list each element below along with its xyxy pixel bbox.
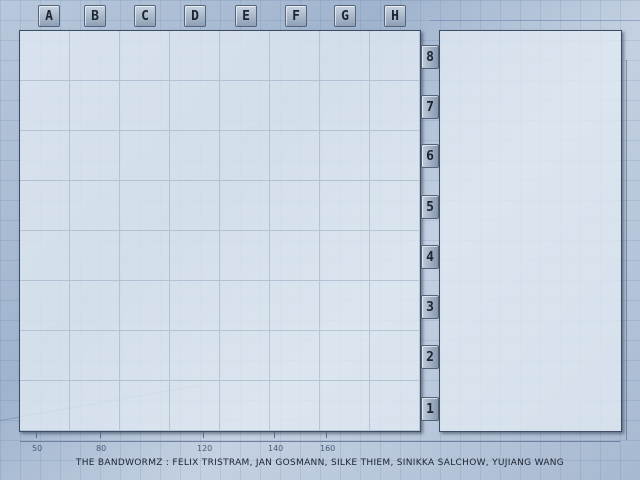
board-cell-g1[interactable] <box>320 381 370 431</box>
board-cell-e6[interactable] <box>220 131 270 181</box>
game-board[interactable] <box>19 30 421 432</box>
board-cell-f3[interactable] <box>270 281 320 331</box>
board-cell-c2[interactable] <box>120 331 170 381</box>
board-cell-g7[interactable] <box>320 81 370 131</box>
bottom-ruler: 50 80 120 140 160 <box>20 432 620 454</box>
column-label-a: A <box>38 5 60 27</box>
column-label-g: G <box>334 5 356 27</box>
board-cell-c1[interactable] <box>120 381 170 431</box>
board-cell-h1[interactable] <box>370 381 420 431</box>
column-label-f: F <box>285 5 307 27</box>
board-cell-e8[interactable] <box>220 31 270 81</box>
board-cell-c7[interactable] <box>120 81 170 131</box>
board-cell-a6[interactable] <box>20 131 70 181</box>
board-cell-c8[interactable] <box>120 31 170 81</box>
board-cell-b3[interactable] <box>70 281 120 331</box>
board-cell-e5[interactable] <box>220 181 270 231</box>
board-cell-d3[interactable] <box>170 281 220 331</box>
column-label-h: H <box>384 5 406 27</box>
ruler-tick <box>36 432 37 438</box>
board-cell-f6[interactable] <box>270 131 320 181</box>
board-cell-f4[interactable] <box>270 231 320 281</box>
credits-text: THE BANDWORMZ : FELIX TRISTRAM, JAN GOSM… <box>75 458 565 468</box>
column-label-c: C <box>134 5 156 27</box>
board-cell-a5[interactable] <box>20 181 70 231</box>
board-cell-h2[interactable] <box>370 331 420 381</box>
ruler-tick <box>203 432 204 438</box>
row-label-4: 4 <box>421 245 439 269</box>
board-cell-a4[interactable] <box>20 231 70 281</box>
board-cell-b2[interactable] <box>70 331 120 381</box>
row-label-6: 6 <box>421 144 439 168</box>
row-label-5: 5 <box>421 195 439 219</box>
column-label-e: E <box>235 5 257 27</box>
board-cell-f7[interactable] <box>270 81 320 131</box>
board-cell-c3[interactable] <box>120 281 170 331</box>
board-cell-e2[interactable] <box>220 331 270 381</box>
board-cell-d1[interactable] <box>170 381 220 431</box>
ruler-number: 160 <box>320 444 336 453</box>
side-info-panel <box>439 30 622 432</box>
ruler-number: 50 <box>32 444 43 453</box>
board-cell-g8[interactable] <box>320 31 370 81</box>
row-label-7: 7 <box>421 95 439 119</box>
board-cell-b1[interactable] <box>70 381 120 431</box>
board-cell-d6[interactable] <box>170 131 220 181</box>
ruler-tick <box>274 432 275 438</box>
ruler-tick <box>326 432 327 438</box>
ruler-number: 80 <box>96 444 107 453</box>
board-cell-g3[interactable] <box>320 281 370 331</box>
board-cell-g6[interactable] <box>320 131 370 181</box>
side-ruler-marks <box>626 60 635 440</box>
board-cell-d2[interactable] <box>170 331 220 381</box>
board-cell-f8[interactable] <box>270 31 320 81</box>
board-cell-e4[interactable] <box>220 231 270 281</box>
board-cell-a7[interactable] <box>20 81 70 131</box>
column-label-d: D <box>184 5 206 27</box>
background-streak <box>430 20 640 21</box>
board-cell-a1[interactable] <box>20 381 70 431</box>
board-cell-e1[interactable] <box>220 381 270 431</box>
board-cell-g5[interactable] <box>320 181 370 231</box>
board-cell-h4[interactable] <box>370 231 420 281</box>
row-label-8: 8 <box>421 45 439 69</box>
board-cell-h5[interactable] <box>370 181 420 231</box>
board-cell-a8[interactable] <box>20 31 70 81</box>
row-label-3: 3 <box>421 295 439 319</box>
column-label-b: B <box>84 5 106 27</box>
board-cell-g4[interactable] <box>320 231 370 281</box>
board-cell-d8[interactable] <box>170 31 220 81</box>
ruler-tick <box>100 432 101 438</box>
board-cell-b7[interactable] <box>70 81 120 131</box>
board-cell-d7[interactable] <box>170 81 220 131</box>
board-cell-h8[interactable] <box>370 31 420 81</box>
ruler-number: 140 <box>268 444 284 453</box>
row-label-2: 2 <box>421 345 439 369</box>
board-cell-b4[interactable] <box>70 231 120 281</box>
board-cell-a2[interactable] <box>20 331 70 381</box>
board-cell-h3[interactable] <box>370 281 420 331</box>
board-cell-e7[interactable] <box>220 81 270 131</box>
board-cell-b6[interactable] <box>70 131 120 181</box>
board-cell-h7[interactable] <box>370 81 420 131</box>
board-cell-b5[interactable] <box>70 181 120 231</box>
board-cell-h6[interactable] <box>370 131 420 181</box>
board-cell-d4[interactable] <box>170 231 220 281</box>
ruler-number: 120 <box>197 444 213 453</box>
board-cell-c4[interactable] <box>120 231 170 281</box>
row-label-1: 1 <box>421 397 439 421</box>
board-cell-f1[interactable] <box>270 381 320 431</box>
board-cell-g2[interactable] <box>320 331 370 381</box>
board-cell-b8[interactable] <box>70 31 120 81</box>
board-cell-c5[interactable] <box>120 181 170 231</box>
board-cell-c6[interactable] <box>120 131 170 181</box>
board-cell-f2[interactable] <box>270 331 320 381</box>
board-cell-e3[interactable] <box>220 281 270 331</box>
board-cell-a3[interactable] <box>20 281 70 331</box>
board-cell-d5[interactable] <box>170 181 220 231</box>
board-cell-f5[interactable] <box>270 181 320 231</box>
